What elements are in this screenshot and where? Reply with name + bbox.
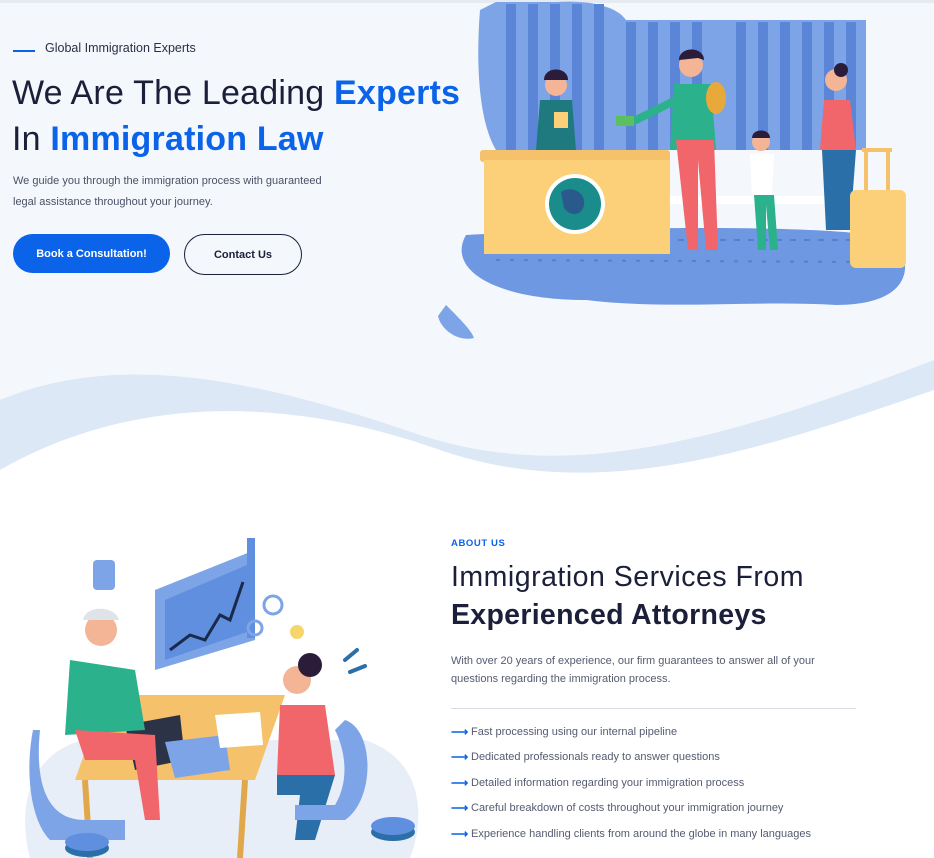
- about-title-line2: Experienced Attorneys: [451, 599, 767, 631]
- feature-item: ⟶ Fast processing using our internal pipe…: [451, 719, 871, 745]
- feature-item: ⟶ Detailed information regarding your imm…: [451, 770, 871, 796]
- feature-item: ⟶ Experience handling clients from around…: [451, 821, 871, 847]
- hero-eyebrow: Global Immigration Experts: [13, 41, 196, 55]
- feature-text: Experience handling clients from around …: [471, 827, 811, 840]
- feature-list: ⟶ Fast processing using our internal pipe…: [451, 719, 871, 847]
- feature-text: Dedicated professionals ready to answer …: [471, 751, 720, 764]
- feature-item: ⟶ Careful breakdown of costs throughout y…: [451, 796, 871, 822]
- book-consultation-button[interactable]: Book a Consultation!: [13, 234, 170, 273]
- arrow-right-icon: ⟶: [451, 775, 469, 790]
- about-title-line1: Immigration Services From: [451, 561, 804, 593]
- hero-title-part2: In: [12, 120, 51, 158]
- immigration-desk-illustration: [438, 1, 906, 339]
- arrow-right-icon: ⟶: [451, 750, 469, 765]
- hero-title-accent2: Immigration Law: [50, 120, 324, 158]
- about-eyebrow: ABOUT US: [451, 538, 506, 549]
- contact-us-button[interactable]: Contact Us: [184, 234, 302, 275]
- hero-section: Global Immigration Experts We Are The Le…: [0, 0, 934, 490]
- about-description: With over 20 years of experience, our fi…: [451, 655, 815, 685]
- consultation-illustration: [25, 538, 419, 858]
- hero-description: We guide you through the immigration pro…: [13, 175, 322, 208]
- eyebrow-dash: [13, 50, 35, 52]
- hero-title: We Are The Leading Experts In Immigratio…: [12, 70, 460, 162]
- hero-title-part1: We Are The Leading: [12, 74, 334, 112]
- about-divider: [451, 708, 856, 709]
- arrow-right-icon: ⟶: [451, 724, 469, 739]
- feature-item: ⟶ Dedicated professionals ready to answer…: [451, 745, 871, 771]
- arrow-right-icon: ⟶: [451, 826, 469, 841]
- section-wave-divider: [0, 360, 934, 490]
- feature-text: Careful breakdown of costs throughout yo…: [471, 802, 784, 815]
- about-section: ABOUT US Immigration Services From Exper…: [451, 538, 871, 847]
- hero-eyebrow-text: Global Immigration Experts: [45, 41, 196, 55]
- arrow-right-icon: ⟶: [451, 801, 469, 816]
- feature-text: Fast processing using our internal pipel…: [471, 725, 678, 738]
- feature-text: Detailed information regarding your immi…: [471, 776, 745, 789]
